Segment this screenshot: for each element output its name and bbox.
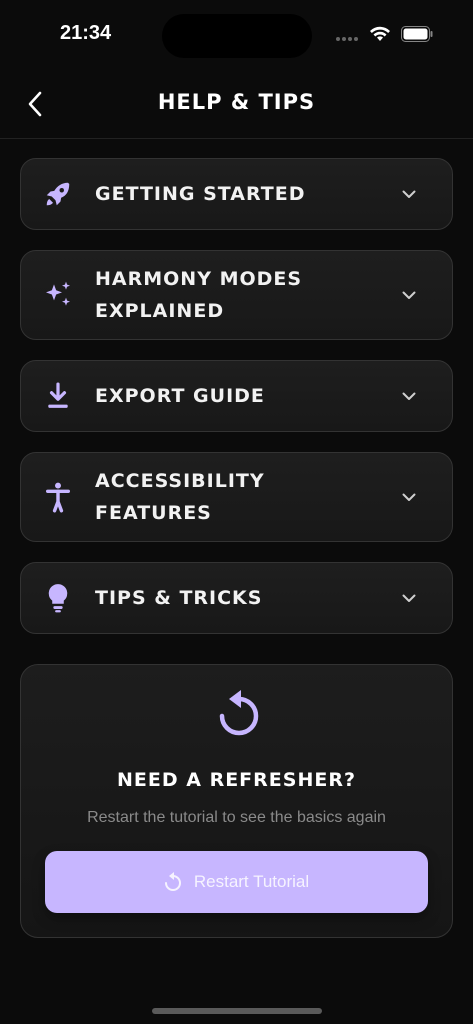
wifi-icon (369, 26, 391, 46)
battery-icon (401, 26, 433, 46)
refresher-card: NEED A REFRESHER? Restart the tutorial t… (20, 664, 453, 938)
section-tips-tricks[interactable]: TIPS & TRICKS (20, 562, 453, 634)
restart-tutorial-button[interactable]: Restart Tutorial (45, 851, 428, 913)
section-label: HARMONY MODES EXPLAINED (95, 268, 303, 322)
header: HELP & TIPS (0, 70, 473, 139)
section-export-guide[interactable]: EXPORT GUIDE (20, 360, 453, 432)
lightbulb-icon (41, 581, 75, 615)
restart-icon (164, 872, 181, 891)
section-getting-started[interactable]: GETTING STARTED (20, 158, 453, 230)
refresher-subtitle: Restart the tutorial to see the basics a… (87, 809, 386, 826)
chevron-down-icon (400, 387, 418, 405)
rocket-icon (41, 177, 75, 211)
home-indicator[interactable] (152, 1008, 322, 1014)
chevron-down-icon (400, 286, 418, 304)
section-label: TIPS & TRICKS (95, 587, 263, 609)
status-time: 21:34 (60, 22, 112, 44)
section-accessibility[interactable]: ACCESSIBILITY FEATURES (20, 452, 453, 542)
chevron-down-icon (400, 185, 418, 203)
dynamic-island (162, 14, 312, 58)
section-label: GETTING STARTED (95, 183, 306, 205)
chevron-down-icon (400, 589, 418, 607)
section-label: EXPORT GUIDE (95, 385, 265, 407)
download-icon (41, 379, 75, 413)
accessibility-icon (41, 480, 75, 514)
status-bar: 21:34 (0, 0, 473, 70)
refresher-title: NEED A REFRESHER? (117, 769, 356, 791)
sparkles-icon (41, 278, 75, 312)
chevron-down-icon (400, 488, 418, 506)
restart-tutorial-label: Restart Tutorial (193, 872, 310, 891)
section-harmony-modes[interactable]: HARMONY MODES EXPLAINED (20, 250, 453, 340)
restart-icon (217, 689, 261, 741)
section-label: ACCESSIBILITY FEATURES (95, 470, 265, 524)
page-title: HELP & TIPS (157, 90, 316, 114)
status-icons (335, 26, 433, 46)
signal-icon (335, 27, 359, 46)
